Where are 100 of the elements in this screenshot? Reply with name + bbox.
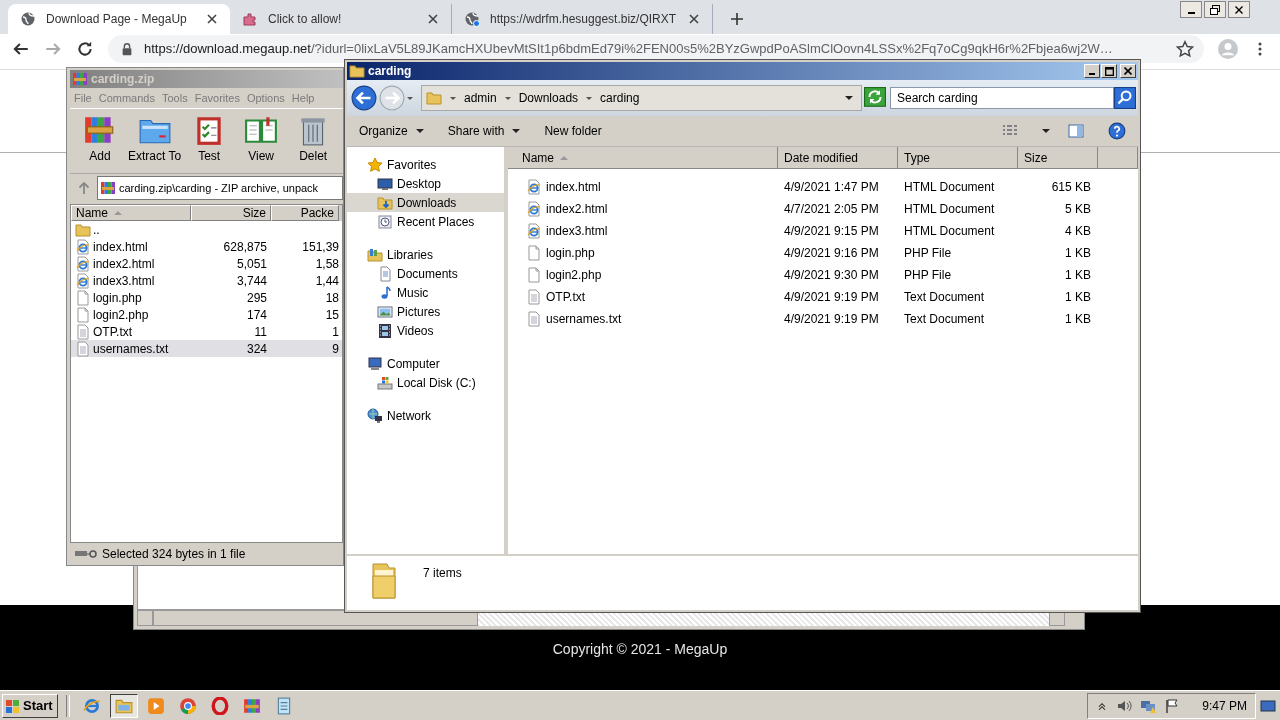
- caret-icon: [1042, 129, 1050, 133]
- nav-item[interactable]: Local Disk (C:): [347, 373, 504, 392]
- file-size: 5 KB: [1064, 202, 1092, 216]
- breadcrumb-item[interactable]: Downloads: [518, 91, 579, 105]
- toolbar-button[interactable]: View: [237, 113, 286, 163]
- address-bar[interactable]: https://download.megaup.net/?idurl=0lixLaV5L89JKamcHXUbevMtSIt1p6bdmEd79i%2FEN00s5%2BYzGwpdPoASlmClOovn4LSSx%2Fq7oCg9qkH6r%2Fbjea6wj2W…: [108, 34, 1204, 63]
- file-name: ..: [93, 222, 100, 237]
- caret-icon: [845, 96, 853, 100]
- packed-size: 151,39: [302, 239, 339, 254]
- nav-item[interactable]: Desktop: [347, 174, 504, 193]
- column-header[interactable]: Packe: [271, 205, 339, 221]
- file-row[interactable]: OTP.txt 11 1: [71, 323, 342, 340]
- back-button[interactable]: [351, 85, 377, 111]
- books-icon: [72, 71, 88, 87]
- file-row[interactable]: login2.php 174 15: [71, 306, 342, 323]
- preview-pane-icon[interactable]: [1068, 123, 1084, 139]
- tab-title: Download Page - MegaUp: [46, 12, 188, 26]
- taskbar-button[interactable]: [109, 693, 138, 718]
- column-header[interactable]: Type: [898, 147, 1018, 169]
- breadcrumb-bar[interactable]: admin Downloads carding: [421, 85, 862, 111]
- caret-icon: [504, 96, 511, 100]
- command-button[interactable]: Organize: [359, 124, 424, 138]
- column-header[interactable]: Size: [191, 205, 271, 221]
- file-row[interactable]: login.php 295 18: [71, 289, 342, 306]
- file-row[interactable]: login.php 4/9/2021 9:16 PM PHP File 1 KB: [508, 242, 1138, 264]
- file-row[interactable]: index3.html 4/9/2021 9:15 PM HTML Document 4 KB: [508, 220, 1138, 242]
- file-row[interactable]: usernames.txt 324 9: [71, 340, 342, 357]
- computer-icon: [367, 355, 383, 372]
- minimize-button[interactable]: [1180, 1, 1202, 18]
- drive-key-icon: [74, 549, 98, 559]
- web-document-icon: [526, 201, 542, 217]
- reload-icon[interactable]: [76, 39, 94, 58]
- nav-item[interactable]: Libraries: [347, 245, 504, 264]
- help-icon[interactable]: [1108, 122, 1126, 140]
- column-header[interactable]: Name: [71, 205, 191, 221]
- toolbar-button[interactable]: Extract To: [128, 113, 182, 163]
- nav-item[interactable]: Favorites: [347, 155, 504, 174]
- column-header[interactable]: Date modified: [778, 147, 898, 169]
- file-name: OTP.txt: [546, 290, 586, 304]
- nav-item[interactable]: Music: [347, 283, 504, 302]
- text-document-icon: [75, 340, 91, 357]
- file-date: 4/9/2021 9:30 PM: [783, 268, 880, 282]
- puzzle-icon: [242, 11, 258, 27]
- flag-icon[interactable]: [1164, 697, 1181, 714]
- nav-item[interactable]: Downloads: [347, 193, 504, 212]
- nav-item[interactable]: Recent Places: [347, 212, 504, 231]
- library-icon: [367, 246, 383, 263]
- close-button[interactable]: [1228, 1, 1250, 18]
- bookmark-star-icon[interactable]: [1176, 39, 1194, 58]
- column-header[interactable]: Name: [508, 147, 778, 169]
- browser-icon: [82, 696, 101, 715]
- file-row[interactable]: OTP.txt 4/9/2021 9:19 PM Text Document 1 KB: [508, 286, 1138, 308]
- show-desktop-icon[interactable]: [1260, 697, 1276, 714]
- column-header[interactable]: Size: [1018, 147, 1098, 169]
- command-button[interactable]: Share with: [447, 124, 521, 138]
- folder-icon: [426, 90, 442, 106]
- path-field[interactable]: carding.zip\carding - ZIP archive, unpack: [97, 176, 343, 200]
- file-name: index.html: [546, 180, 601, 194]
- breadcrumb-item[interactable]: admin: [464, 91, 497, 105]
- window-title: carding: [368, 64, 412, 78]
- file-row[interactable]: index3.html 3,744 1,44: [71, 272, 342, 289]
- restore-button[interactable]: [1204, 1, 1226, 18]
- file-row[interactable]: ..: [71, 221, 342, 238]
- nav-item[interactable]: Videos: [347, 321, 504, 340]
- breadcrumb-item[interactable]: carding: [600, 91, 640, 105]
- nav-item[interactable]: Pictures: [347, 302, 504, 321]
- copyright-text: Copyright © 2021 - MegaUp: [552, 641, 728, 658]
- restore-icon: [1210, 4, 1220, 15]
- text-document-icon: [526, 311, 542, 327]
- recent-places-icon: [377, 213, 393, 230]
- url-text: https://download.megaup.net/?idurl=0lixLaV5L89JKamcHXUbevMtSIt1p6bdmEd79i%2FEN00s5%2BYzGwpdPoASlmClOovn4LSSx%2Fq7oCg9qkH6r%2Fbjea6wj2W…: [144, 41, 1114, 56]
- refresh-button[interactable]: [864, 87, 886, 109]
- file-row[interactable]: index2.html 5,051 1,58: [71, 255, 342, 272]
- text-document-icon: [526, 289, 542, 305]
- search-button[interactable]: [1114, 87, 1136, 109]
- file-row[interactable]: index2.html 4/7/2021 2:05 PM HTML Document 5 KB: [508, 198, 1138, 220]
- file-type: PHP File: [903, 268, 953, 282]
- file-row[interactable]: index.html 628,875 151,39: [71, 238, 342, 255]
- tab[interactable]: Download Page - MegaUp: [8, 4, 230, 34]
- item-count: 7 items: [423, 566, 462, 580]
- toolbar-button[interactable]: Delet: [289, 113, 338, 163]
- file-type: Text Document: [903, 312, 986, 326]
- nav-item[interactable]: Computer: [347, 354, 504, 373]
- maximize-button[interactable]: [1101, 64, 1117, 78]
- command-button[interactable]: New folder: [544, 124, 602, 138]
- nav-item[interactable]: Documents: [347, 264, 504, 283]
- file-type: HTML Document: [903, 224, 996, 238]
- plus-icon[interactable]: [729, 11, 746, 27]
- file-size: 174: [246, 307, 267, 322]
- toolbar-button[interactable]: Test: [185, 113, 234, 163]
- search-field[interactable]: Search carding: [890, 87, 1114, 109]
- nav-item[interactable]: Network: [347, 406, 504, 425]
- file-size: 324: [246, 341, 267, 356]
- toolbar-button[interactable]: Add: [76, 113, 124, 163]
- file-row[interactable]: login2.php 4/9/2021 9:30 PM PHP File 1 KB: [508, 264, 1138, 286]
- scroll-thumb[interactable]: [153, 610, 478, 626]
- start-button[interactable]: Start: [2, 693, 58, 718]
- file-row[interactable]: usernames.txt 4/9/2021 9:19 PM Text Document 1 KB: [508, 308, 1138, 330]
- lock-icon: [120, 41, 134, 56]
- file-row[interactable]: index.html 4/9/2021 1:47 PM HTML Document 615 KB: [508, 176, 1138, 198]
